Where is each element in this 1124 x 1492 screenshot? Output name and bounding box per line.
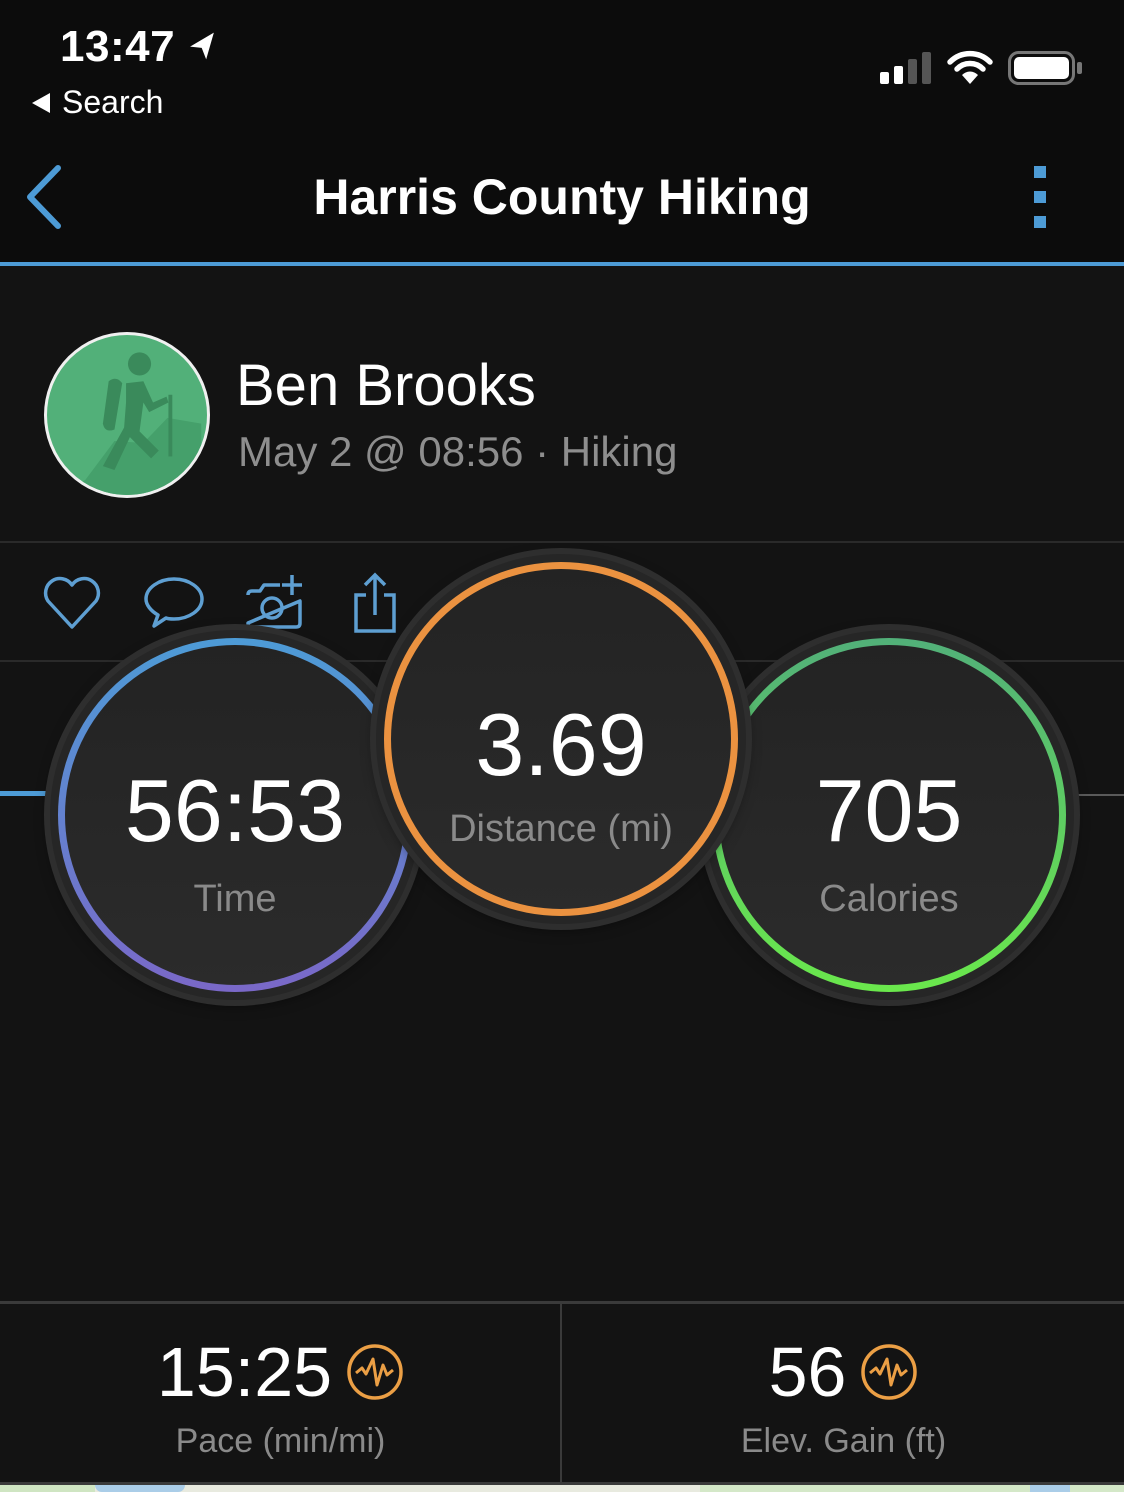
page-title: Harris County Hiking <box>313 169 811 225</box>
elevation-gain-stat[interactable]: 56 Elev. Gain (ft) <box>563 1304 1124 1484</box>
status-time: 13:47 <box>60 22 176 71</box>
heart-icon[interactable] <box>40 571 104 635</box>
time-value: 56:53 <box>124 761 346 860</box>
comment-icon[interactable] <box>142 571 206 635</box>
more-vertical-icon[interactable] <box>1028 164 1054 230</box>
chart-pulse-icon[interactable] <box>860 1343 918 1401</box>
distance-label: Distance (mi) <box>449 808 673 850</box>
back-to-search-label: Search <box>62 84 164 120</box>
divider <box>560 1304 562 1484</box>
chart-pulse-icon[interactable] <box>346 1343 404 1401</box>
location-arrow-icon <box>190 32 214 60</box>
pace-stat[interactable]: 15:25 Pace (min/mi) <box>0 1304 561 1484</box>
time-label: Time <box>193 878 277 920</box>
user-name[interactable]: Ben Brooks <box>236 352 536 419</box>
cellular-signal-icon <box>880 52 931 84</box>
avatar[interactable] <box>44 332 210 498</box>
calories-label: Calories <box>819 878 959 920</box>
camera-plus-icon[interactable] <box>242 571 306 635</box>
route-map-preview[interactable] <box>0 1485 1124 1492</box>
status-bar: 13:47 Search <box>0 0 1124 140</box>
time-summary: 56:53 Time <box>50 630 420 1000</box>
pace-label: Pace (min/mi) <box>175 1422 386 1460</box>
hiker-icon <box>66 352 202 495</box>
elevation-gain-label: Elev. Gain (ft) <box>740 1422 947 1460</box>
elevation-gain-value: 56 <box>768 1333 847 1411</box>
calories-value: 705 <box>815 761 963 860</box>
wifi-icon <box>947 50 993 84</box>
battery-icon <box>1008 51 1082 85</box>
calories-summary: 705 Calories <box>704 630 1074 1000</box>
back-to-search[interactable]: Search <box>32 84 163 121</box>
back-triangle-icon <box>32 92 50 113</box>
distance-value: 3.69 <box>475 695 647 794</box>
distance-summary: 3.69 Distance (mi) <box>376 554 746 924</box>
share-icon[interactable] <box>344 571 408 635</box>
activity-meta: May 2 @ 08:56 · Hiking <box>238 428 678 475</box>
nav-bar: Harris County Hiking <box>0 140 1124 264</box>
activity-content: Ben Brooks May 2 @ 08:56 · Hiking 56:53 … <box>0 266 1124 1492</box>
pace-value: 15:25 <box>156 1333 333 1411</box>
